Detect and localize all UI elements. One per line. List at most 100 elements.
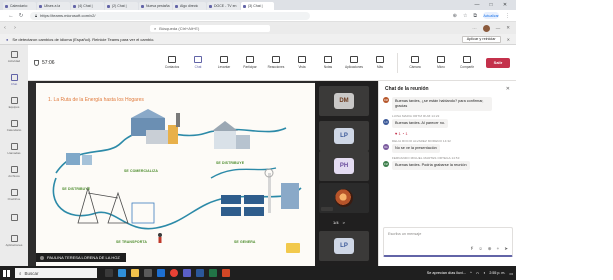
rail-item[interactable]: Equipos xyxy=(0,91,28,114)
toolbar-grid-button[interactable]: Vista xyxy=(289,56,315,69)
participant-initials: PH xyxy=(334,158,354,174)
format-icon[interactable]: Ꞙ xyxy=(471,246,473,252)
chat-compose-box[interactable]: Escriba un mensaje Ꞙ ☺ ⊕ + ➤ xyxy=(383,227,513,257)
gallery-pager[interactable]: 1/4 > xyxy=(333,220,345,225)
chat-message: DA No se ve la presentación xyxy=(383,144,513,153)
word-icon[interactable] xyxy=(196,269,204,277)
browser-tab[interactable]: (2) Chat | xyxy=(105,2,138,10)
chat-message: LO Buenas tardes. Al parecer no. xyxy=(383,119,513,128)
emoji-icon[interactable]: ☺ xyxy=(478,246,483,252)
browser-tab[interactable]: Nueva pestaña xyxy=(139,2,172,10)
rail-item[interactable]: Chat xyxy=(0,68,28,91)
windows-start-icon[interactable] xyxy=(3,269,10,277)
add-icon[interactable]: + xyxy=(497,246,500,252)
window-close-icon[interactable]: ✕ xyxy=(498,2,512,8)
rail-item[interactable]: Llamadas xyxy=(0,137,28,160)
chevron-right-icon[interactable]: > xyxy=(343,220,345,225)
browser-tab[interactable]: Calendario: xyxy=(3,2,36,10)
browser-menu-icon[interactable]: ⋮ xyxy=(505,13,510,19)
send-icon[interactable]: ➤ xyxy=(504,246,508,252)
profile-button[interactable]: Actualizar xyxy=(483,12,499,19)
participant-tile[interactable]: LP xyxy=(319,231,369,261)
attach-icon[interactable]: ⊕ xyxy=(488,246,492,252)
taskbar-clock[interactable]: 2:55 p. m. xyxy=(489,271,505,276)
star-icon[interactable]: ☆ xyxy=(463,13,467,19)
shared-screen: 1. La Ruta de la Energía hasta los Hogar… xyxy=(28,81,315,266)
chat-close-icon[interactable]: ✕ xyxy=(506,86,510,92)
apply-restart-button[interactable]: Aplicar y reiniciar xyxy=(461,35,501,43)
browser-tab[interactable]: Ulises a la xyxy=(37,2,70,10)
zoom-icon[interactable]: ⊕ xyxy=(453,13,457,19)
excel-icon[interactable] xyxy=(209,269,217,277)
extensions-icon[interactable]: ⧉ xyxy=(473,13,477,19)
chrome-icon[interactable] xyxy=(170,269,178,277)
rail-label: Calendario xyxy=(6,127,22,132)
browser-tab[interactable]: (4) Chat | xyxy=(71,2,104,10)
toolbar-apps-button[interactable]: Aplicaciones xyxy=(341,56,367,69)
rail-item[interactable]: Archivos xyxy=(0,160,28,183)
mail-icon[interactable] xyxy=(157,269,165,277)
taskbar-search[interactable]: ⌕ Buscar xyxy=(15,268,97,278)
teams-header: ‹ › ⌕ Búsqueda (Ctrl+Alt+E) ··· — ✕ xyxy=(0,22,516,34)
label-genera: SE GENERA xyxy=(234,240,256,244)
tray-chevron-icon[interactable]: ^ xyxy=(470,271,472,275)
minimize-icon[interactable]: — xyxy=(496,26,501,31)
more-options-icon[interactable]: ··· xyxy=(472,26,477,31)
toolbar-raise-hand-button[interactable]: Levantar xyxy=(211,56,237,69)
mic-button[interactable]: Micro xyxy=(428,56,454,69)
participant-tile[interactable]: LP xyxy=(319,121,369,151)
toolbar-people-button[interactable]: Contactos xyxy=(159,56,185,69)
toolbar-smile-button[interactable]: Reacciones xyxy=(263,56,289,69)
file-explorer-icon[interactable] xyxy=(131,269,139,277)
reload-icon[interactable]: ↻ xyxy=(16,13,26,19)
close-icon[interactable]: ✕ xyxy=(506,25,510,31)
network-icon[interactable]: ◠ xyxy=(476,271,479,276)
participant-initials: LP xyxy=(334,128,354,144)
window-maximize-icon[interactable]: □ xyxy=(484,2,498,8)
rail-label: Equipos xyxy=(8,104,20,109)
teams-icon[interactable] xyxy=(183,269,191,277)
notifications-icon[interactable]: ▭ xyxy=(509,271,513,276)
avatar: LO xyxy=(383,119,389,125)
store-icon[interactable] xyxy=(144,269,152,277)
tab-favicon-icon xyxy=(73,4,76,8)
browser-tab[interactable]: Algo directo xyxy=(173,2,206,10)
back-arrow-icon[interactable]: ← xyxy=(6,13,16,19)
tab-favicon-icon xyxy=(141,4,144,8)
teams-search-input[interactable]: ⌕ Búsqueda (Ctrl+Alt+E) xyxy=(150,24,270,32)
presenter-icon xyxy=(40,255,44,260)
message-meta: LUISA MARIA ORTIZ RUIZ 14:22 xyxy=(392,114,440,118)
banner-close-icon[interactable]: ✕ xyxy=(507,37,510,42)
rail-item[interactable]: OneDrive xyxy=(0,183,28,206)
browser-tab[interactable]: DOCE - TV en xyxy=(207,2,240,10)
volume-icon[interactable]: ◖ xyxy=(483,271,485,275)
toolbar-participants-button[interactable]: Participar xyxy=(237,56,263,69)
meeting-chat-panel: Chat de la reunión ✕ DM Buenas tardes, ¿s… xyxy=(378,81,516,266)
browser-tab[interactable]: (3) Chat | xyxy=(241,2,274,10)
rail-item[interactable]: Aplicaciones xyxy=(0,229,28,252)
people-icon xyxy=(168,56,176,63)
task-view-icon[interactable] xyxy=(105,269,113,277)
participant-tile[interactable]: PH xyxy=(319,151,369,181)
rail-item[interactable] xyxy=(0,206,28,229)
teams-back-icon[interactable]: ‹ xyxy=(4,25,6,31)
toolbar-more-button[interactable]: Más xyxy=(367,56,393,69)
url-field[interactable]: 🔒︎ https://teams.microsoft.com/v2/ xyxy=(30,11,310,20)
window-minimize-icon[interactable]: — xyxy=(470,2,484,8)
participant-tile[interactable] xyxy=(319,183,369,213)
avatar[interactable] xyxy=(482,24,490,32)
message-reactions[interactable]: ♥ 1 ◔ 1 xyxy=(395,131,513,136)
teams-forward-icon[interactable]: › xyxy=(14,25,16,31)
participant-name-tag xyxy=(321,145,333,149)
participant-tile[interactable]: DM xyxy=(319,86,369,116)
rail-item[interactable]: Calendario xyxy=(0,114,28,137)
toolbar-chat-button[interactable]: Chat xyxy=(185,56,211,69)
rail-item[interactable]: Actividad xyxy=(0,45,28,68)
share-button[interactable]: Compartir xyxy=(454,56,480,69)
camera-button[interactable]: Cámara xyxy=(402,56,428,69)
toolbar-notes-button[interactable]: Notas xyxy=(315,56,341,69)
edge-icon[interactable] xyxy=(118,269,126,277)
powerpoint-icon[interactable] xyxy=(222,269,230,277)
weather-text[interactable]: Se aprecian días lluvi... xyxy=(427,271,466,275)
leave-meeting-button[interactable]: Salir xyxy=(486,57,510,68)
